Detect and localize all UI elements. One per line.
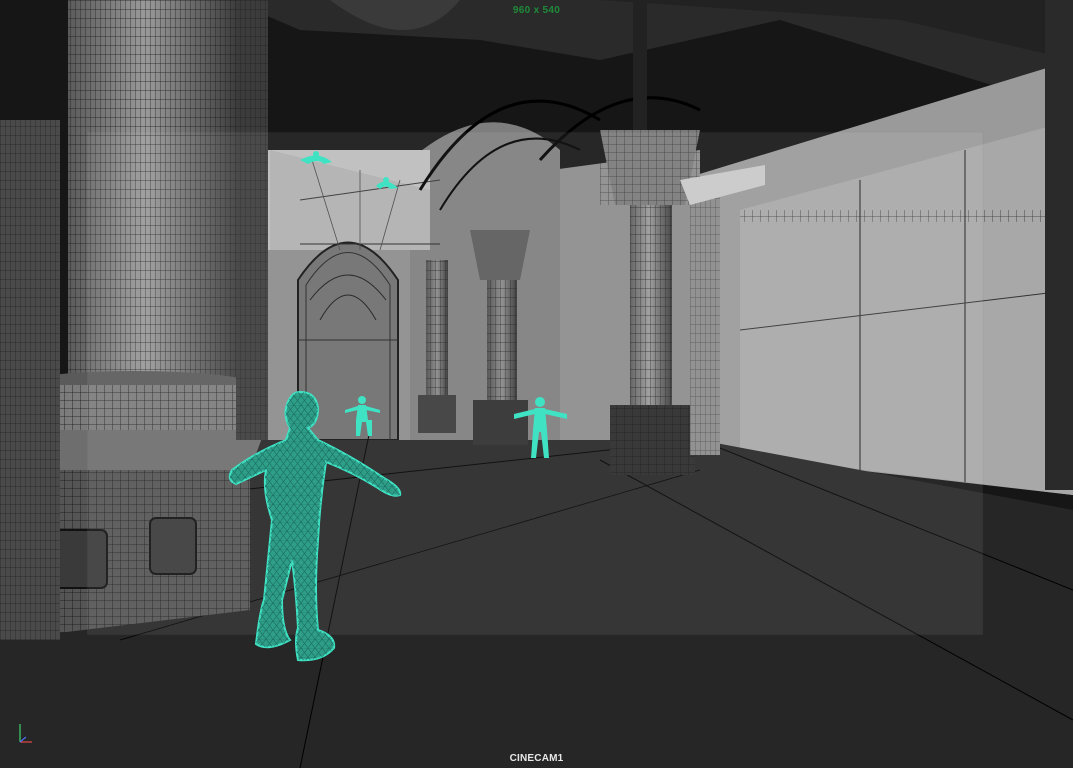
camera-viewport[interactable]: 960 x 540 CINECAM1: [0, 0, 1073, 768]
axis-gizmo-icon: [12, 718, 42, 750]
resolution-gate-label: 960 x 540: [512, 5, 561, 16]
viewport-scene[interactable]: [0, 0, 1073, 768]
camera-name-label: CINECAM1: [509, 753, 564, 764]
